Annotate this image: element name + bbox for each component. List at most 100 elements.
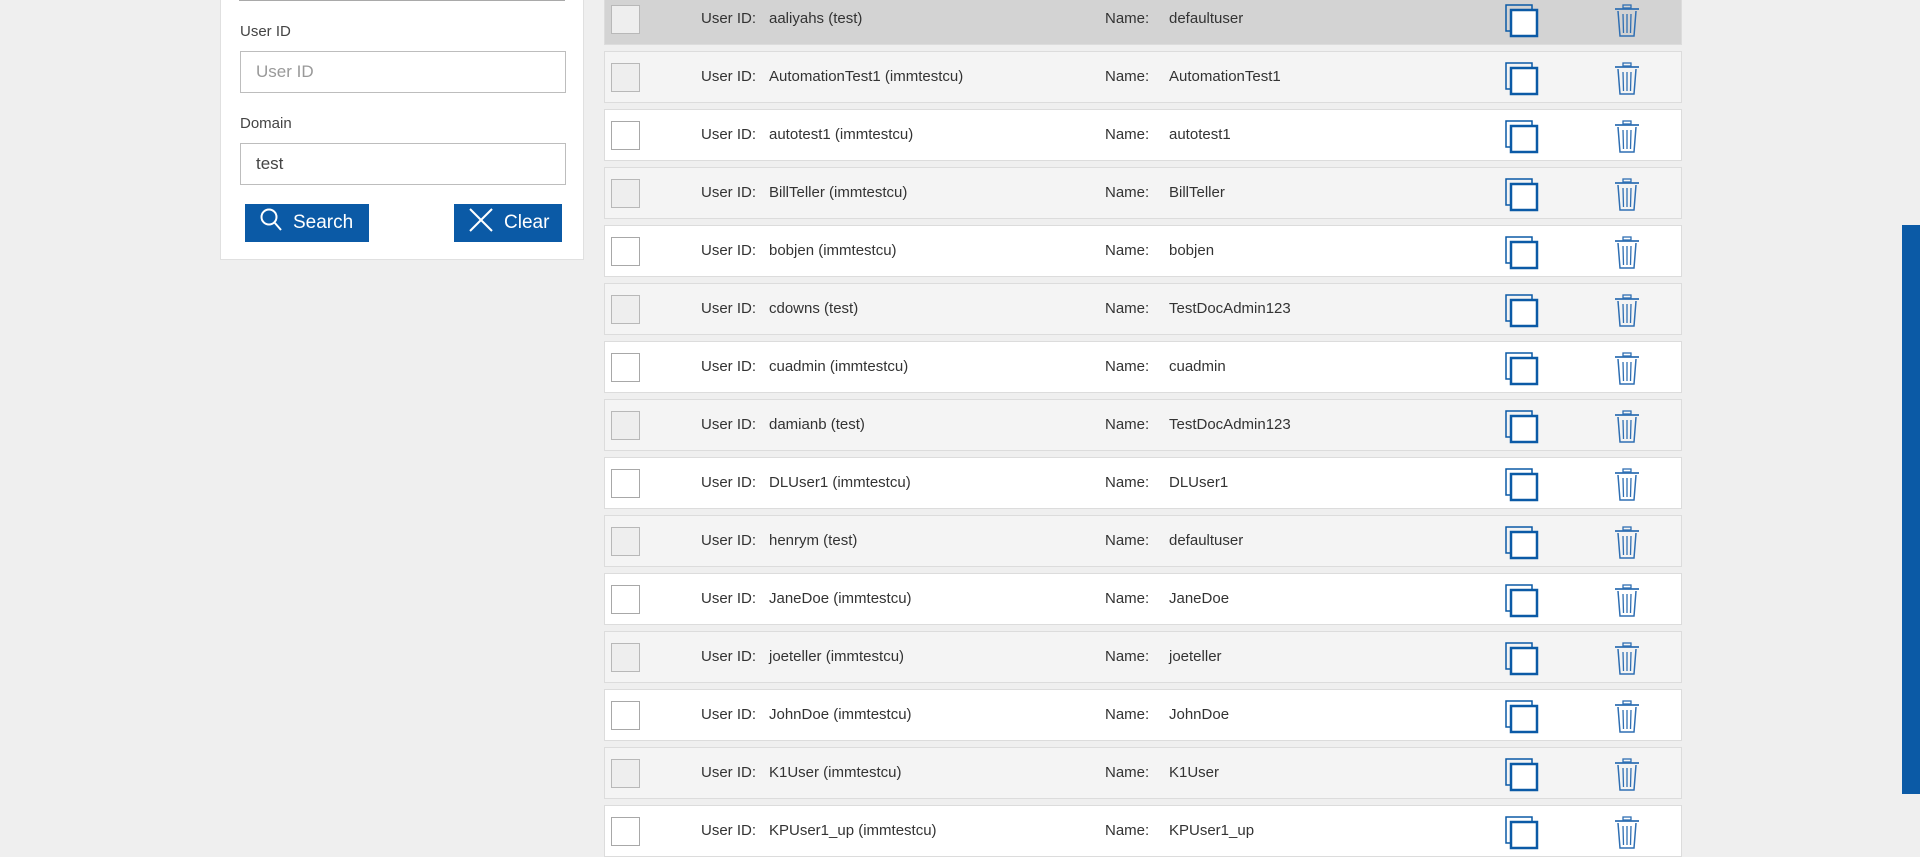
user-id-field-label: User ID: <box>701 706 757 723</box>
trash-icon[interactable] <box>1613 468 1641 502</box>
trash-icon[interactable] <box>1613 352 1641 386</box>
table-row[interactable]: User ID: bobjen (immtestcu) Name: bobjen <box>604 225 1682 277</box>
table-row[interactable]: User ID: KPUser1_up (immtestcu) Name: KPUse… <box>604 805 1682 857</box>
copy-icon[interactable] <box>1505 816 1539 850</box>
user-id-value: autotest1 (immtestcu) <box>769 126 914 143</box>
row-checkbox[interactable] <box>611 527 640 556</box>
user-id-field-label: User ID: <box>701 10 757 27</box>
name-value: AutomationTest1 <box>1169 68 1281 85</box>
trash-icon[interactable] <box>1613 410 1641 444</box>
row-checkbox[interactable] <box>611 469 640 498</box>
trash-icon[interactable] <box>1613 584 1641 618</box>
user-id-value: AutomationTest1 (immtestcu) <box>769 68 964 85</box>
name-field-label: Name: <box>1105 68 1150 85</box>
name-field-label: Name: <box>1105 532 1150 549</box>
table-row[interactable]: User ID: autotest1 (immtestcu) Name: autote… <box>604 109 1682 161</box>
row-checkbox[interactable] <box>611 121 640 150</box>
trash-icon[interactable] <box>1613 758 1641 792</box>
user-id-value: BillTeller (immtestcu) <box>769 184 908 201</box>
copy-icon[interactable] <box>1505 526 1539 560</box>
row-checkbox[interactable] <box>611 63 640 92</box>
copy-icon[interactable] <box>1505 642 1539 676</box>
name-value: BillTeller <box>1169 184 1225 201</box>
name-value: bobjen <box>1169 242 1215 259</box>
trash-icon[interactable] <box>1613 4 1641 38</box>
table-row[interactable]: User ID: joeteller (immtestcu) Name: joetel… <box>604 631 1682 683</box>
table-row[interactable]: User ID: JohnDoe (immtestcu) Name: JohnDoe <box>604 689 1682 741</box>
row-checkbox[interactable] <box>611 411 640 440</box>
copy-icon[interactable] <box>1505 294 1539 328</box>
user-id-value: JaneDoe (immtestcu) <box>769 590 912 607</box>
user-id-label: User ID <box>240 23 291 40</box>
user-id-input[interactable] <box>240 51 566 93</box>
row-checkbox[interactable] <box>611 759 640 788</box>
table-row[interactable]: User ID: damianb (test) Name: TestDocAdmin1… <box>604 399 1682 451</box>
copy-icon[interactable] <box>1505 236 1539 270</box>
copy-icon[interactable] <box>1505 178 1539 212</box>
table-row[interactable]: User ID: DLUser1 (immtestcu) Name: DLUser1 <box>604 457 1682 509</box>
name-value: TestDocAdmin123 <box>1169 416 1291 433</box>
copy-icon[interactable] <box>1505 352 1539 386</box>
row-checkbox[interactable] <box>611 817 640 846</box>
search-button-label: Search <box>293 212 354 233</box>
table-row[interactable]: User ID: BillTeller (immtestcu) Name: BillT… <box>604 167 1682 219</box>
name-value: defaultuser <box>1169 532 1244 549</box>
name-field-label: Name: <box>1105 706 1150 723</box>
copy-icon[interactable] <box>1505 4 1539 38</box>
domain-label: Domain <box>240 115 292 132</box>
trash-icon[interactable] <box>1613 700 1641 734</box>
search-button[interactable]: Search <box>245 204 369 242</box>
table-row[interactable]: User ID: JaneDoe (immtestcu) Name: JaneDoe <box>604 573 1682 625</box>
name-field-label: Name: <box>1105 184 1150 201</box>
trash-icon[interactable] <box>1613 294 1641 328</box>
table-row[interactable]: User ID: AutomationTest1 (immtestcu) Name:… <box>604 51 1682 103</box>
row-checkbox[interactable] <box>611 585 640 614</box>
row-checkbox[interactable] <box>611 701 640 730</box>
search-icon <box>259 207 283 239</box>
trash-icon[interactable] <box>1613 62 1641 96</box>
table-row[interactable]: User ID: cdowns (test) Name: TestDocAdmin12… <box>604 283 1682 335</box>
copy-icon[interactable] <box>1505 758 1539 792</box>
copy-icon[interactable] <box>1505 700 1539 734</box>
user-id-field-label: User ID: <box>701 416 757 433</box>
row-checkbox[interactable] <box>611 353 640 382</box>
trash-icon[interactable] <box>1613 816 1641 850</box>
name-field-label: Name: <box>1105 358 1150 375</box>
clear-button-label: Clear <box>504 212 550 233</box>
row-checkbox[interactable] <box>611 5 640 34</box>
scrollbar-thumb[interactable] <box>1902 225 1920 794</box>
name-value: defaultuser <box>1169 10 1244 27</box>
trash-icon[interactable] <box>1613 642 1641 676</box>
user-id-field-label: User ID: <box>701 590 757 607</box>
table-row[interactable]: User ID: cuadmin (immtestcu) Name: cuadmin <box>604 341 1682 393</box>
table-row[interactable]: User ID: K1User (immtestcu) Name: K1User <box>604 747 1682 799</box>
clear-button[interactable]: Clear <box>454 204 562 242</box>
copy-icon[interactable] <box>1505 468 1539 502</box>
domain-input[interactable] <box>240 143 566 185</box>
trash-icon[interactable] <box>1613 178 1641 212</box>
trash-icon[interactable] <box>1613 526 1641 560</box>
copy-icon[interactable] <box>1505 120 1539 154</box>
user-id-field-label: User ID: <box>701 300 757 317</box>
name-field-label: Name: <box>1105 126 1150 143</box>
user-id-field-label: User ID: <box>701 822 757 839</box>
name-value: TestDocAdmin123 <box>1169 300 1291 317</box>
row-checkbox[interactable] <box>611 179 640 208</box>
user-id-value: K1User (immtestcu) <box>769 764 902 781</box>
name-value: JohnDoe <box>1169 706 1230 723</box>
user-id-value: cuadmin (immtestcu) <box>769 358 909 375</box>
row-checkbox[interactable] <box>611 295 640 324</box>
copy-icon[interactable] <box>1505 584 1539 618</box>
trash-icon[interactable] <box>1613 236 1641 270</box>
user-id-field-label: User ID: <box>701 474 757 491</box>
user-id-field-label: User ID: <box>701 126 757 143</box>
table-row[interactable]: User ID: henrym (test) Name: defaultuser <box>604 515 1682 567</box>
table-row[interactable]: User ID: aaliyahs (test) Name: defaultuser <box>604 0 1682 45</box>
copy-icon[interactable] <box>1505 410 1539 444</box>
name-field-label: Name: <box>1105 822 1150 839</box>
row-checkbox[interactable] <box>611 643 640 672</box>
copy-icon[interactable] <box>1505 62 1539 96</box>
row-checkbox[interactable] <box>611 237 640 266</box>
search-filter-panel: User ID Domain Search Clear <box>220 0 584 260</box>
trash-icon[interactable] <box>1613 120 1641 154</box>
